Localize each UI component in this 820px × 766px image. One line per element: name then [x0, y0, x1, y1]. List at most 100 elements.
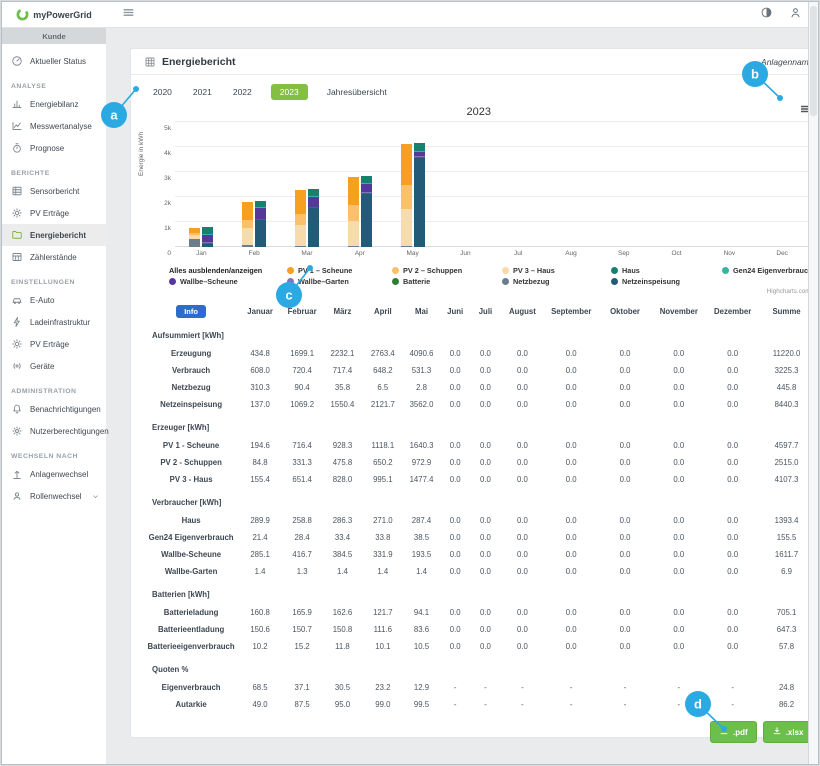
table-row-erzeugung: Erzeugung434.81699.12232.12763.44090.60.… [144, 345, 814, 362]
sidebar-item-e-auto[interactable]: E-Auto [2, 289, 106, 311]
consumption-bar-mar[interactable] [308, 189, 319, 247]
export-label: .xlsx [786, 728, 804, 737]
segment-pv-1-scheune [401, 144, 412, 185]
segment-pv-3-haus [401, 209, 412, 246]
tab-jahresübersicht[interactable]: Jahresübersicht [325, 84, 389, 100]
cell-value: 1550.4 [322, 396, 362, 413]
cell-value: 0.0 [598, 362, 652, 379]
consumption-bar-may[interactable] [414, 143, 425, 247]
x-axis-tick-mar: Mar [281, 250, 334, 257]
cell-value: 165.9 [282, 604, 322, 621]
cell-value: 0.0 [652, 563, 706, 580]
cell-value: 4107.3 [760, 471, 814, 488]
segment-pv-3-haus [242, 228, 253, 244]
legend-item-pv-1-scheune[interactable]: PV 1 – Scheune [287, 266, 382, 275]
x-axis-tick-dec: Dec [756, 250, 809, 257]
scrollbar-thumb[interactable] [810, 6, 817, 116]
legend-item-netzeinspeisung[interactable]: Netzeinspeisung [611, 277, 712, 286]
production-bar-jan[interactable] [189, 228, 200, 247]
sidebar-item-messwertanalyse[interactable]: Messwertanalyse [2, 115, 106, 137]
export-xlsx-button[interactable]: .xlsx [763, 721, 813, 743]
cell-value: 0.0 [652, 471, 706, 488]
folder-icon [11, 229, 23, 241]
sidebar-item-label: Benachrichtigungen [30, 405, 101, 414]
production-bar-may[interactable] [401, 144, 412, 247]
sidebar-item-ladeinfrastruktur[interactable]: Ladeinfrastruktur [2, 311, 106, 333]
page-title: Energiebericht [162, 56, 236, 68]
segment-pv-2-schuppen [242, 220, 253, 228]
production-bar-feb[interactable] [242, 202, 253, 247]
consumption-bar-apr[interactable] [361, 176, 372, 247]
export-pdf-button[interactable]: .pdf [710, 721, 757, 743]
legend-item-pv-3-haus[interactable]: PV 3 – Haus [502, 266, 601, 275]
cell-value: 1.3 [282, 563, 322, 580]
vertical-scrollbar[interactable] [808, 2, 818, 764]
legend-item-wallbe-scheune[interactable]: Wallbe–Scheune [169, 277, 277, 286]
column-header-februar: Februar [282, 301, 322, 321]
user-account-icon[interactable] [789, 6, 802, 24]
sidebar-item-pv-erträge[interactable]: PV Erträge [2, 202, 106, 224]
consumption-bar-jan[interactable] [202, 227, 213, 247]
sidebar-item-label: PV Erträge [30, 340, 69, 349]
app-logo[interactable]: myPowerGrid [2, 8, 106, 21]
cell-value: 0.0 [598, 546, 652, 563]
sidebar-item-rollenwechsel[interactable]: Rollenwechsel [2, 485, 106, 507]
legend-item-netzbezug[interactable]: Netzbezug [502, 277, 601, 286]
cell-value: 0.0 [652, 345, 706, 362]
cell-value: 0.0 [706, 362, 760, 379]
legend-item-gen24-eigenverbrauch[interactable]: Gen24 Eigenverbrauch [722, 266, 813, 275]
tab-2023[interactable]: 2023 [271, 84, 308, 100]
tab-2022[interactable]: 2022 [231, 84, 254, 100]
legend-item-wallbe-garten[interactable]: Wallbe–Garten [287, 277, 382, 286]
cell-value: 0.0 [706, 638, 760, 655]
menu-toggle-icon[interactable] [122, 6, 135, 24]
cell-value: 0.0 [501, 621, 545, 638]
legend-item-pv-2-schuppen[interactable]: PV 2 – Schuppen [392, 266, 492, 275]
cell-value: 0.0 [440, 454, 470, 471]
info-badge[interactable]: Info [176, 305, 206, 318]
sidebar-item-energiebericht[interactable]: Energiebericht [2, 224, 106, 246]
theme-contrast-icon[interactable] [760, 6, 773, 24]
cell-value: 194.6 [238, 437, 282, 454]
cell-value: 24.8 [760, 679, 814, 696]
sidebar-item-energiebilanz[interactable]: Energiebilanz [2, 93, 106, 115]
group-row: Verbraucher [kWh] [144, 488, 814, 512]
sidebar-item-aktueller-status[interactable]: Aktueller Status [2, 50, 106, 72]
cell-value: 0.0 [706, 512, 760, 529]
sidebar-item-pv-erträge[interactable]: PV Erträge [2, 333, 106, 355]
legend-item-alles-ausblenden-anzeigen[interactable]: Alles ausblenden/anzeigen [169, 266, 277, 275]
production-bar-apr[interactable] [348, 177, 359, 247]
bell-icon [11, 403, 23, 415]
sidebar-item-geräte[interactable]: Geräte [2, 355, 106, 377]
sidebar-item-nutzerberechtigungen[interactable]: Nutzerberechtigungen [2, 420, 106, 442]
segment-haus [361, 176, 372, 183]
cell-value: 86.2 [760, 696, 814, 713]
cell-value: 0.0 [470, 454, 500, 471]
table-row-pv-1-scheune: PV 1 - Scheune194.6716.4928.31118.11640.… [144, 437, 814, 454]
legend-item-batterie[interactable]: Batterie [392, 277, 492, 286]
cell-value: 717.4 [322, 362, 362, 379]
legend-item-haus[interactable]: Haus [611, 266, 712, 275]
table-row-batterieentladung: Batterieentladung150.6150.7150.8111.683.… [144, 621, 814, 638]
legend-label: Wallbe–Garten [298, 277, 349, 286]
cell-value: 0.0 [652, 638, 706, 655]
legend-label: Alles ausblenden/anzeigen [169, 266, 262, 275]
cell-value: 0.0 [706, 546, 760, 563]
cell-value: 2763.4 [363, 345, 403, 362]
legend-label: PV 3 – Haus [513, 266, 555, 275]
tab-2021[interactable]: 2021 [191, 84, 214, 100]
cell-value: 0.0 [652, 512, 706, 529]
sidebar-item-prognose[interactable]: Prognose [2, 137, 106, 159]
sidebar-item-anlagenwechsel[interactable]: Anlagenwechsel [2, 463, 106, 485]
x-axis-tick-feb: Feb [228, 250, 281, 257]
consumption-bar-feb[interactable] [255, 201, 266, 247]
sidebar-item-sensorbericht[interactable]: Sensorbericht [2, 180, 106, 202]
sidebar-item-benachrichtigungen[interactable]: Benachrichtigungen [2, 398, 106, 420]
cell-value: 0.0 [470, 563, 500, 580]
production-bar-mar[interactable] [295, 190, 306, 247]
sidebar-item-zählerstände[interactable]: Zählerstände [2, 246, 106, 268]
cell-value: 0.0 [544, 638, 598, 655]
table-row-batterieladung: Batterieladung160.8165.9162.6121.794.10.… [144, 604, 814, 621]
sidebar-item-label: Anlagenwechsel [30, 470, 88, 479]
tab-2020[interactable]: 2020 [151, 84, 174, 100]
